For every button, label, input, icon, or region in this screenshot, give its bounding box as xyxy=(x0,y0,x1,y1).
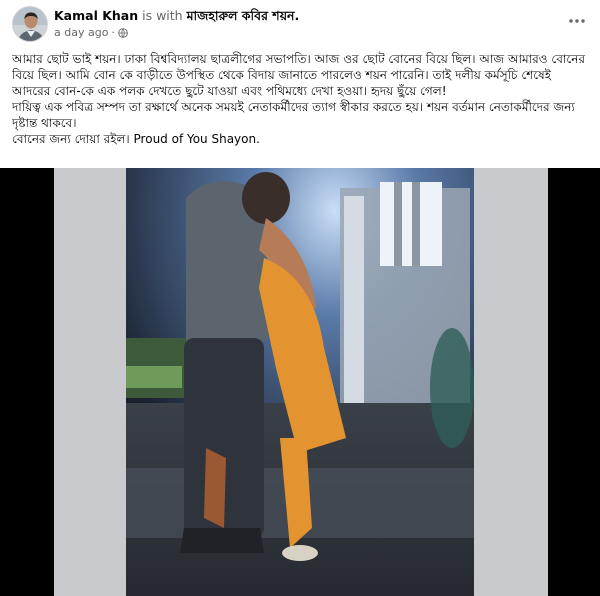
meta-separator-dot: · xyxy=(111,26,115,39)
post-video[interactable] xyxy=(0,168,600,596)
post-body-text: আমার ছোট ভাই শয়ন। ঢাকা বিশ্ববিদ্যালয় ছ… xyxy=(12,51,592,147)
post-text-line: বোনের জন্য দোয়া রইল। Proud of You Shayo… xyxy=(12,132,260,146)
tagged-user-name[interactable]: মাজহারুল কবির শয়ন. xyxy=(187,8,300,23)
post-text-line: আদরের বোন-কে এক পলক দেখতে ছুটে যাওয়া এব… xyxy=(12,84,447,98)
more-options-button[interactable] xyxy=(564,10,590,32)
post-text-line: বিয়ে ছিল। আমি বোন কে বাড়ীতে উপস্থিত থে… xyxy=(12,68,551,82)
post-text-line: আমার ছোট ভাই শয়ন। ঢাকা বিশ্ববিদ্যালয় ছ… xyxy=(12,52,585,66)
author-line: Kamal Khan is with মাজহারুল কবির শয়ন. xyxy=(54,8,299,24)
avatar-photo xyxy=(13,7,47,41)
post-text-line: দায়িত্ব এক পবিত্র সম্পদ তা রক্ষার্থে অন… xyxy=(12,100,575,114)
post-meta: a day ago · xyxy=(54,26,128,40)
post-timestamp[interactable]: a day ago xyxy=(54,26,108,40)
globe-icon[interactable] xyxy=(118,28,128,38)
post-text-line: দৃষ্টান্ত থাকবে। xyxy=(12,116,77,130)
video-scene xyxy=(126,168,474,596)
video-frame xyxy=(54,168,548,596)
author-avatar[interactable] xyxy=(12,6,48,42)
author-name[interactable]: Kamal Khan xyxy=(54,8,138,23)
more-horizontal-icon xyxy=(569,19,585,23)
facebook-post: Kamal Khan is with মাজহারুল কবির শয়ন. a… xyxy=(0,0,600,596)
post-header: Kamal Khan is with মাজহারুল কবির শয়ন. a… xyxy=(0,0,600,46)
with-text: is with xyxy=(142,8,183,23)
